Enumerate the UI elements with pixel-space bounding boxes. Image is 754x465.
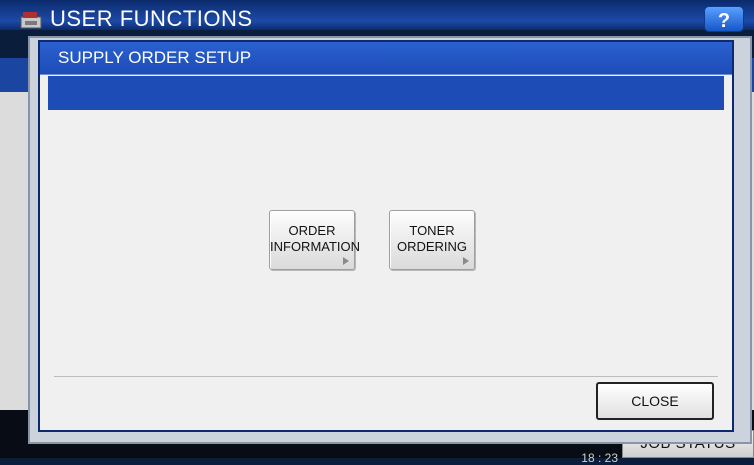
button-label-line1: TONER — [409, 223, 455, 238]
dialog-titlebar: SUPPLY ORDER SETUP — [40, 42, 732, 75]
button-label-line2: ORDERING — [396, 239, 468, 254]
app-title: USER FUNCTIONS — [50, 6, 253, 31]
toner-ordering-button[interactable]: TONER ORDERING — [389, 210, 475, 270]
order-information-button[interactable]: ORDER INFORMATION — [269, 210, 361, 270]
help-button[interactable]: ? — [704, 6, 744, 32]
time-text: 18 : 23 — [581, 451, 618, 465]
machine-logo-icon — [20, 12, 42, 29]
help-icon: ? — [717, 10, 731, 32]
arrow-right-icon — [343, 257, 349, 265]
button-label-line2: INFORMATION — [270, 239, 361, 254]
app-header: USER FUNCTIONS — [0, 0, 754, 31]
dialog-title: SUPPLY ORDER SETUP — [58, 48, 252, 67]
arrow-right-icon — [463, 257, 469, 265]
dialog-divider — [54, 376, 718, 377]
close-button[interactable]: CLOSE — [596, 382, 714, 420]
dialog-band — [48, 76, 724, 110]
supply-order-setup-dialog: SUPPLY ORDER SETUP ORDER INFORMATION TON… — [38, 40, 734, 432]
button-label-line1: ORDER — [288, 223, 336, 238]
